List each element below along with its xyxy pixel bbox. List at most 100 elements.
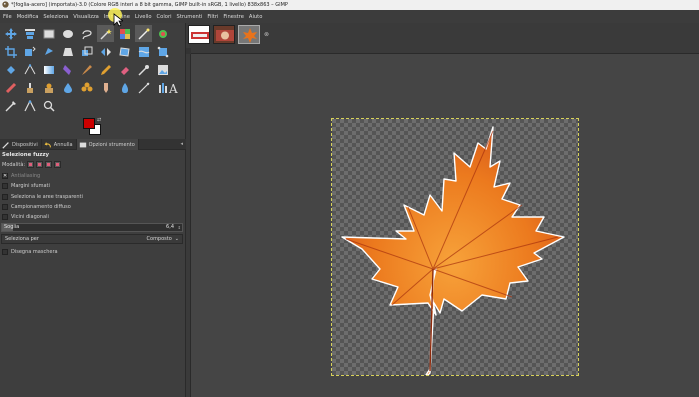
color-picker-icon[interactable] [2, 97, 19, 114]
gimp-window: *[foglia-acero] (importata)-3.0 (Colore … [0, 0, 699, 397]
window-title: *[foglia-acero] (importata)-3.0 (Colore … [11, 2, 288, 8]
menu-visualizza[interactable]: Visualizza [73, 14, 99, 20]
mode-replace-button[interactable] [27, 161, 35, 168]
warp-tool-icon[interactable] [135, 43, 152, 60]
draw-mask-label: Disegna maschera [11, 248, 58, 255]
perspective-clone-icon[interactable] [40, 79, 57, 96]
draw-mask-row[interactable]: Disegna maschera [2, 247, 58, 256]
path-anchor-icon[interactable] [21, 97, 38, 114]
spin-arrows-icon[interactable]: ⇕ [178, 224, 181, 231]
image-thumbnail-2[interactable] [213, 25, 235, 44]
diagonal-neighbors-checkbox[interactable] [2, 213, 8, 220]
smudge-finger-icon[interactable] [97, 79, 114, 96]
cage-tool-icon[interactable] [116, 43, 133, 60]
feather-edges-row[interactable]: Margini sfumati [2, 181, 50, 190]
antialiasing-row[interactable]: ✕ Antialiasing [2, 171, 40, 180]
diagonal-neighbors-row[interactable]: Vicini diagonali [2, 212, 49, 221]
align-tool-icon[interactable] [21, 25, 38, 42]
feather-edges-checkbox[interactable] [2, 182, 8, 189]
select-transparent-row[interactable]: Seleziona le aree trasparenti [2, 192, 83, 201]
antialiasing-checkbox[interactable]: ✕ [2, 172, 8, 179]
ellipse-select-icon[interactable] [59, 25, 76, 42]
close-icon[interactable]: ⊗ [264, 31, 269, 38]
image-tabs-bar: ⊗ [186, 23, 699, 48]
crop-tool-icon[interactable] [2, 43, 19, 60]
select-transparent-checkbox[interactable] [2, 193, 8, 200]
blur-tool-icon[interactable] [59, 79, 76, 96]
tab-undo[interactable]: Annulla [42, 139, 77, 150]
flower-dodge-icon[interactable] [78, 79, 95, 96]
svg-text:A: A [168, 82, 178, 94]
menu-filtri[interactable]: Filtri [207, 14, 218, 20]
foreground-select-icon[interactable] [154, 25, 171, 42]
menu-colori[interactable]: Colori [157, 14, 172, 20]
unified-transform-icon[interactable] [21, 43, 38, 60]
mode-row: Modalità: [2, 160, 62, 169]
tool-options-icon [79, 142, 86, 147]
tab-devices-label: Dispositivi [12, 141, 38, 148]
text-tool-icon[interactable]: A [164, 79, 181, 96]
rotate-tool-icon[interactable] [40, 43, 57, 60]
mode-subtract-button[interactable] [45, 161, 53, 168]
mode-add-button[interactable] [36, 161, 44, 168]
horizontal-ruler[interactable] [191, 48, 699, 54]
smudge-tool-icon[interactable] [59, 61, 76, 78]
paintbrush-icon[interactable] [78, 61, 95, 78]
sample-merged-row[interactable]: Campionamento diffuso [2, 202, 71, 211]
menu-finestre[interactable]: Finestre [223, 14, 243, 20]
eraser-icon[interactable] [116, 61, 133, 78]
title-bar: *[foglia-acero] (importata)-3.0 (Colore … [0, 0, 699, 10]
measure-tool-icon[interactable] [135, 79, 152, 96]
color-select-icon[interactable] [116, 25, 133, 42]
image-thumbnail-1[interactable] [188, 25, 210, 44]
rectangle-select-icon[interactable] [40, 25, 57, 42]
threshold-slider[interactable]: Soglia 6,4 ⇕ [1, 223, 183, 232]
tab-tool-options[interactable]: Opzioni strumento [76, 139, 139, 150]
menu-seleziona[interactable]: Seleziona [43, 14, 68, 20]
scale-tool-icon[interactable] [78, 43, 95, 60]
handle-transform-icon[interactable] [154, 43, 171, 60]
menu-modifica[interactable]: Modifica [17, 14, 39, 20]
ink-drop-icon[interactable] [116, 79, 133, 96]
chevron-down-icon: ⌄ [174, 236, 179, 242]
tab-devices[interactable]: Dispositivi [0, 139, 42, 150]
menu-livello[interactable]: Livello [135, 14, 152, 20]
menu-aiuto[interactable]: Aiuto [249, 14, 263, 20]
menu-file[interactable]: File [3, 14, 12, 20]
perspective-tool-icon[interactable] [59, 43, 76, 60]
menu-strumenti[interactable]: Strumenti [177, 14, 203, 20]
flip-tool-icon[interactable] [97, 43, 114, 60]
move-tool-icon[interactable] [2, 25, 19, 42]
fuzzy-select-icon[interactable] [97, 25, 114, 42]
blend-tool-icon[interactable] [40, 61, 57, 78]
swap-colors-icon[interactable]: ⇄ [97, 117, 101, 123]
zoom-tool-icon[interactable] [40, 97, 57, 114]
heal-tool-icon[interactable] [2, 79, 19, 96]
dock-tabs: Dispositivi Annulla Opzioni strumento ◂ [0, 139, 186, 150]
select-by-row[interactable]: Seleziona per Composto ⌄ [1, 234, 183, 244]
tab-menu-icon[interactable]: ◂ [180, 141, 183, 147]
paths-tool-icon[interactable] [21, 61, 38, 78]
threshold-value: 6,4 [166, 224, 174, 230]
fg-bg-colors[interactable]: ⇄ [83, 117, 103, 136]
mouse-cursor-icon [113, 13, 123, 27]
undo-icon [44, 141, 51, 147]
bucket-fill-icon[interactable] [2, 61, 19, 78]
wand-icon[interactable] [135, 25, 152, 42]
sample-merged-checkbox[interactable] [2, 203, 8, 210]
vertical-ruler[interactable] [186, 54, 191, 397]
draw-mask-checkbox[interactable] [2, 248, 8, 255]
select-by-value: Composto [146, 236, 172, 242]
select-by-dropdown[interactable]: Composto ⌄ [147, 236, 179, 242]
sample-merged-label: Campionamento diffuso [11, 203, 71, 210]
foreground-color[interactable] [83, 118, 95, 129]
airbrush-icon[interactable] [135, 61, 152, 78]
lasso-select-icon[interactable] [78, 25, 95, 42]
image-tool-icon[interactable] [154, 61, 171, 78]
pencil-icon[interactable] [97, 61, 114, 78]
feather-edges-label: Margini sfumati [11, 182, 50, 189]
mode-intersect-button[interactable] [54, 161, 62, 168]
image-thumbnail-3[interactable] [238, 25, 260, 44]
select-transparent-label: Seleziona le aree trasparenti [11, 193, 83, 200]
clone-tool-icon[interactable] [21, 79, 38, 96]
